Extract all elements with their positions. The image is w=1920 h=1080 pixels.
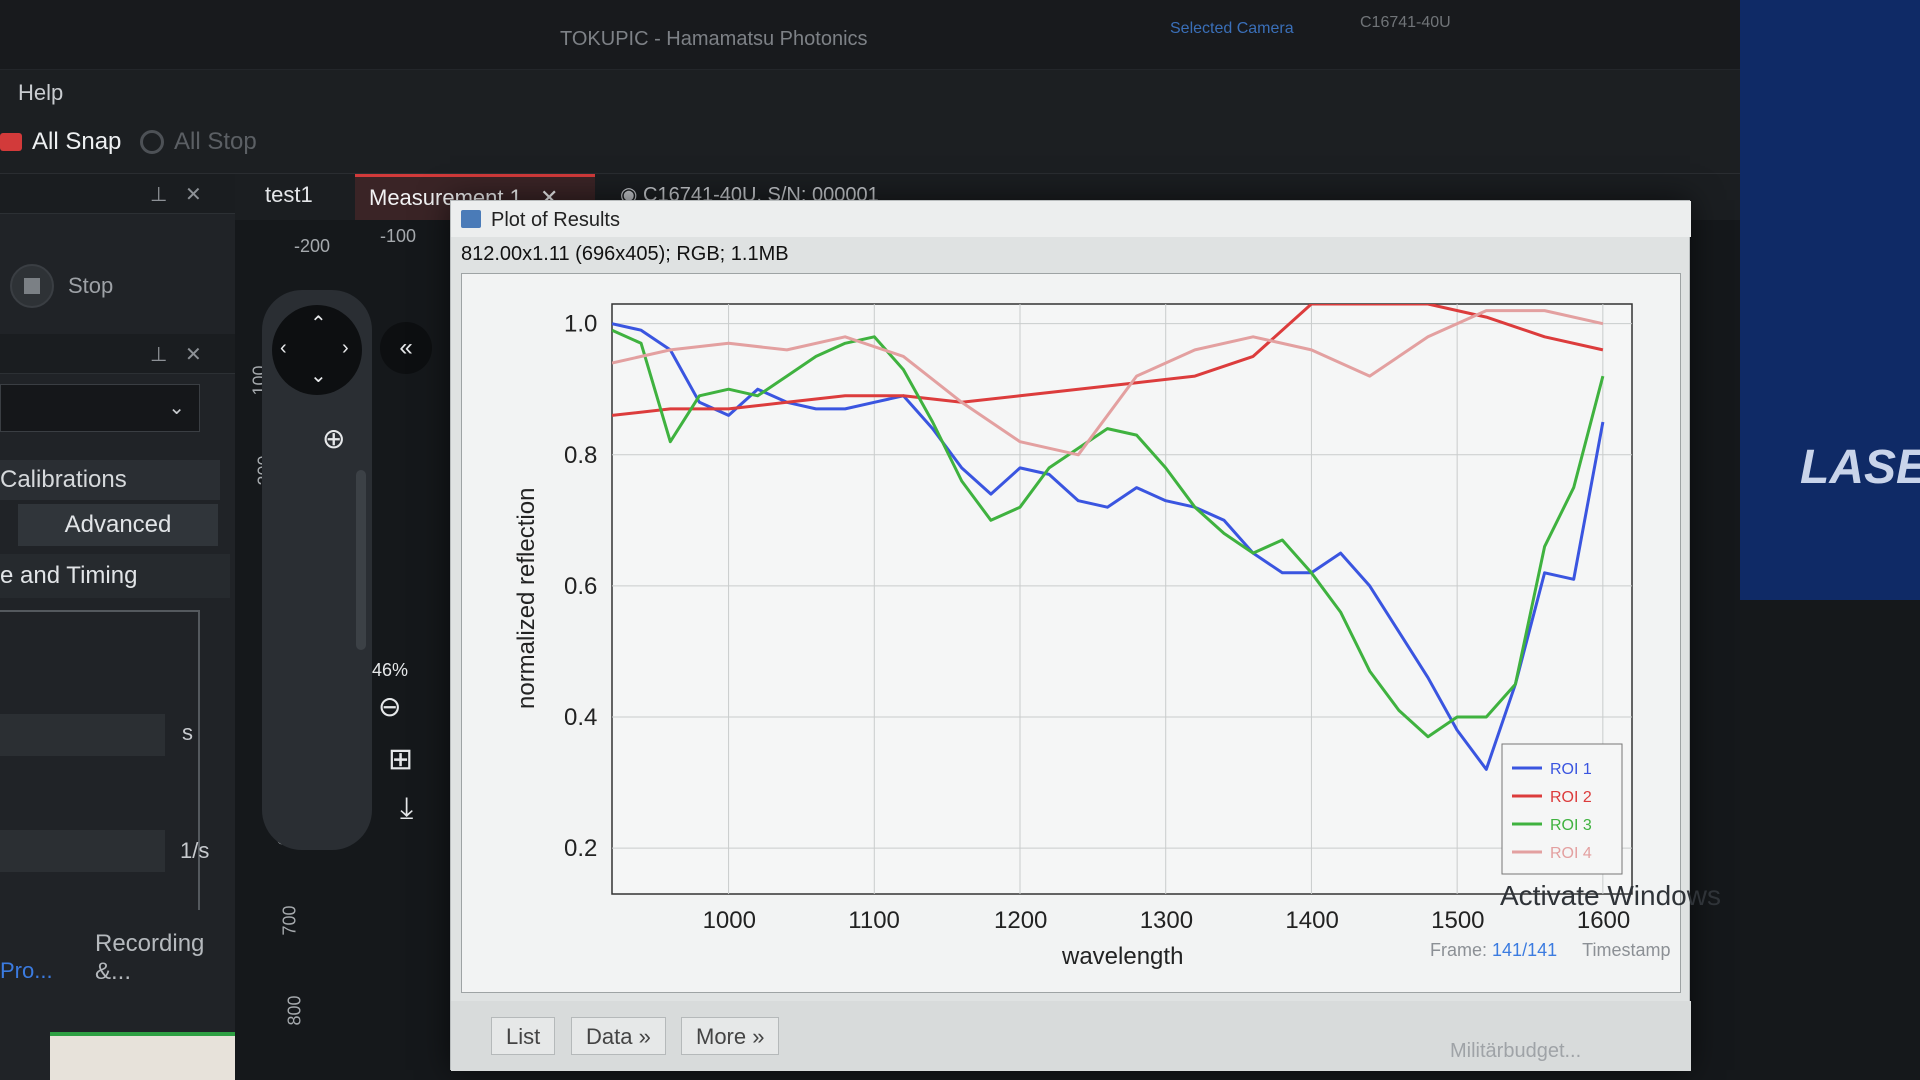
chevron-left-icon[interactable]: ‹ (280, 337, 287, 360)
plot-info-line: 812.00x1.11 (696x405); RGB; 1.1MB (461, 243, 789, 265)
data-button[interactable]: Data » (571, 1017, 666, 1055)
status-frame: Frame: 141/141 Timestamp (1430, 940, 1670, 961)
left-dock: ⊥ ✕ Stop ⊥ ✕ ⌄ Calibrations Advanced e a… (0, 174, 300, 1080)
x-tick-label: 1400 (1285, 907, 1338, 934)
stop-label: Stop (68, 273, 114, 298)
main-toolbar: All Snap All Stop (0, 114, 1920, 174)
tab-test1[interactable]: test1 (265, 182, 313, 208)
unit-seconds: s (182, 720, 193, 745)
legend-label: ROI 4 (1550, 845, 1592, 862)
taskbar-news: Militärbudget... (1450, 1040, 1582, 1062)
menu-help[interactable]: Help (18, 80, 63, 106)
timestamp-label: Timestamp (1582, 940, 1671, 960)
camera-icon (0, 133, 22, 151)
tab-recording[interactable]: Recording &... (95, 930, 235, 986)
pin-icon[interactable]: ⊥ (150, 182, 167, 207)
dock-header: ⊥ ✕ (0, 174, 235, 214)
selected-camera-label[interactable]: Selected Camera (1170, 20, 1294, 38)
background-banner (1740, 0, 1920, 600)
exposure-field[interactable] (0, 714, 165, 756)
tab-pro[interactable]: Pro... (0, 958, 53, 984)
all-stop-button[interactable]: All Stop (140, 128, 257, 156)
zoom-in-icon[interactable]: ⊕ (322, 422, 345, 455)
plot-canvas: 1000 1100 1200 1300 1400 1500 1600 0.2 0.4 0.6 0.8… (461, 273, 1681, 993)
y-tick-label: 0.6 (564, 573, 597, 600)
chevron-up-icon[interactable]: ⌃ (310, 311, 327, 336)
frame-value: 141/141 (1492, 940, 1558, 960)
legend-label: ROI 1 (1550, 761, 1592, 778)
y-axis-label: normalized reflection (513, 488, 540, 709)
x-tick-label: 1300 (1140, 907, 1193, 934)
framerate-field[interactable] (0, 830, 165, 872)
legend-label: ROI 2 (1550, 789, 1592, 806)
app-titlebar: TOKUPIC - Hamamatsu Photonics Selected C… (0, 0, 1920, 70)
x-axis-label: wavelength (1061, 943, 1183, 970)
y-tick-label: 0.4 (564, 704, 597, 731)
x-tick-label: 1100 (848, 907, 900, 934)
reflection-chart: 1000 1100 1200 1300 1400 1500 16000.20.40.60.8… (513, 303, 1633, 970)
plot-window-titlebar[interactable]: Plot of Results (451, 201, 1691, 237)
dock-header-2: ⊥ ✕ (0, 334, 235, 374)
ruler-top-label: -100 (380, 226, 417, 246)
ruler-left-label: 800 (284, 995, 305, 1026)
pin-icon[interactable]: ⊥ (150, 342, 167, 367)
ruler-left-label: 700 (279, 905, 300, 936)
export-icon[interactable]: ⤓ (400, 792, 413, 826)
settings-dropdown[interactable]: ⌄ (0, 384, 200, 432)
activate-windows-watermark: Activate Windows (1500, 880, 1721, 911)
unit-per-second: 1/s (180, 838, 210, 863)
all-snap-button[interactable]: All Snap (0, 128, 121, 156)
zoom-level: 46% (372, 660, 409, 680)
chevron-down-icon: ⌄ (168, 397, 185, 419)
x-tick-label: 1200 (994, 907, 1047, 934)
all-snap-label: All Snap (32, 128, 122, 155)
zoom-out-icon[interactable]: ⊖ (378, 690, 401, 723)
stop-button[interactable]: Stop (10, 264, 113, 308)
tab-advanced[interactable]: Advanced (18, 504, 218, 546)
ruler-top-label: -200 (294, 236, 331, 256)
y-tick-label: 1.0 (564, 311, 597, 338)
list-button[interactable]: List (491, 1017, 556, 1055)
close-icon[interactable]: ✕ (185, 342, 202, 367)
all-stop-label: All Stop (174, 128, 257, 155)
section-timing-header[interactable]: e and Timing (0, 554, 230, 598)
y-tick-label: 0.2 (564, 835, 597, 862)
imagej-icon (461, 210, 481, 228)
more-button[interactable]: More » (681, 1017, 780, 1055)
zoom-slider[interactable] (356, 470, 366, 650)
x-tick-label: 1500 (1431, 907, 1484, 934)
pan-dpad[interactable]: ⌃ ‹ › ⌄ (272, 305, 362, 395)
frame-label: Frame: (1430, 940, 1488, 960)
y-tick-label: 0.8 (564, 442, 597, 469)
collapse-panel-button[interactable]: « (380, 322, 432, 374)
stop-circle-icon (140, 130, 164, 154)
fit-to-window-icon[interactable]: ⊞ (388, 742, 413, 777)
app-title: TOKUPIC - Hamamatsu Photonics (560, 28, 868, 50)
stop-icon (10, 264, 54, 308)
x-tick-label: 1000 (703, 907, 756, 934)
menu-bar: Help (0, 70, 1920, 114)
chevron-right-icon[interactable]: › (342, 337, 349, 360)
banner-text: LASE (1800, 441, 1920, 494)
tab-calibrations[interactable]: Calibrations (0, 460, 220, 500)
chevron-down-icon[interactable]: ⌄ (310, 363, 327, 388)
legend-label: ROI 3 (1550, 817, 1592, 834)
plot-window-title: Plot of Results (491, 209, 620, 231)
close-icon[interactable]: ✕ (185, 182, 202, 207)
camera-serial-label: C16741-40U (1360, 14, 1451, 31)
